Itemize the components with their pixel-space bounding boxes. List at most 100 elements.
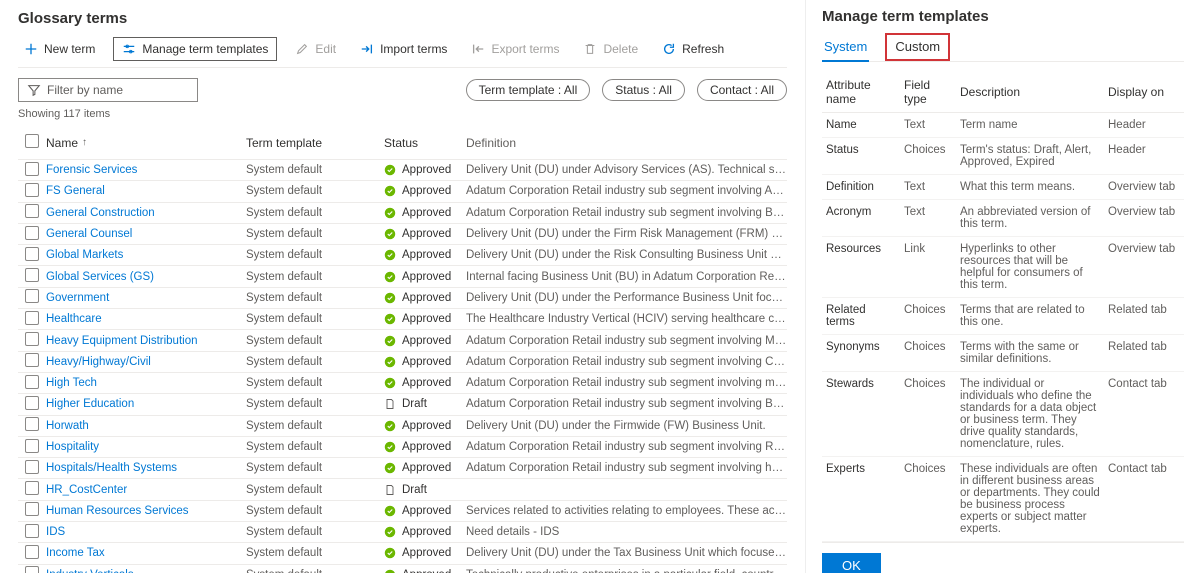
row-checkbox[interactable]: [25, 439, 39, 453]
plus-icon: [24, 42, 38, 56]
definition-cell: Delivery Unit (DU) under the Firmwide (F…: [466, 420, 787, 432]
definition-cell: Delivery Unit (DU) under the Tax Busines…: [466, 547, 787, 559]
definition-cell: Adatum Corporation Retail industry sub s…: [466, 377, 787, 389]
term-name-link[interactable]: Heavy/Highway/Civil: [46, 356, 246, 368]
ok-button[interactable]: OK: [822, 553, 881, 573]
export-terms-button[interactable]: Export terms: [465, 38, 565, 60]
term-template-cell: System default: [246, 441, 384, 453]
row-checkbox[interactable]: [25, 481, 39, 495]
attr-name-cell: Definition: [822, 175, 900, 200]
definition-cell: Delivery Unit (DU) under the Performance…: [466, 292, 787, 304]
row-checkbox[interactable]: [25, 545, 39, 559]
row-checkbox[interactable]: [25, 566, 39, 573]
panel-footer: OK: [822, 542, 1184, 573]
row-checkbox[interactable]: [25, 183, 39, 197]
term-name-link[interactable]: IDS: [46, 526, 246, 538]
term-name-link[interactable]: Income Tax: [46, 547, 246, 559]
term-name-link[interactable]: Global Markets: [46, 249, 246, 261]
row-checkbox[interactable]: [25, 375, 39, 389]
col-header-name[interactable]: Name ↑: [46, 136, 246, 150]
table-row: Industry VerticalsSystem defaultApproved…: [18, 565, 787, 573]
attr-field-cell: Link: [900, 237, 956, 298]
import-terms-button[interactable]: Import terms: [354, 38, 453, 60]
term-name-link[interactable]: General Counsel: [46, 228, 246, 240]
approved-icon: [384, 377, 396, 389]
row-checkbox[interactable]: [25, 289, 39, 303]
definition-cell: Delivery Unit (DU) under Advisory Servic…: [466, 164, 787, 176]
attr-display-cell: Overview tab: [1104, 200, 1184, 237]
row-checkbox[interactable]: [25, 268, 39, 282]
attr-display-cell: Header: [1104, 113, 1184, 138]
status-cell: Approved: [384, 547, 466, 559]
term-name-link[interactable]: Hospitals/Health Systems: [46, 462, 246, 474]
select-all-checkbox[interactable]: [25, 134, 39, 148]
pill-status[interactable]: Status : All: [602, 79, 685, 101]
term-name-link[interactable]: Hospitality: [46, 441, 246, 453]
attribute-row: SynonymsChoicesTerms with the same or si…: [822, 335, 1184, 372]
new-term-button[interactable]: New term: [18, 38, 101, 60]
table-row: High TechSystem defaultApprovedAdatum Co…: [18, 373, 787, 394]
col-header-term-template[interactable]: Term template: [246, 136, 384, 150]
table-row: Global MarketsSystem defaultApprovedDeli…: [18, 245, 787, 266]
table-row: Global Services (GS)System defaultApprov…: [18, 266, 787, 287]
edit-button[interactable]: Edit: [289, 38, 342, 60]
row-checkbox[interactable]: [25, 162, 39, 176]
term-name-link[interactable]: General Construction: [46, 207, 246, 219]
panel-title: Manage term templates: [822, 8, 1184, 25]
row-checkbox[interactable]: [25, 332, 39, 346]
attr-description-cell: Term name: [956, 113, 1104, 138]
term-template-cell: System default: [246, 377, 384, 389]
term-name-link[interactable]: FS General: [46, 185, 246, 197]
manage-term-templates-button[interactable]: Manage term templates: [113, 37, 277, 61]
term-name-link[interactable]: Higher Education: [46, 398, 246, 410]
attribute-row: NameTextTerm nameHeader: [822, 113, 1184, 138]
row-checkbox[interactable]: [25, 396, 39, 410]
status-cell: Approved: [384, 420, 466, 432]
row-checkbox[interactable]: [25, 353, 39, 367]
attribute-row: StewardsChoicesThe individual or individ…: [822, 372, 1184, 457]
term-name-link[interactable]: Human Resources Services: [46, 505, 246, 517]
pill-contact[interactable]: Contact : All: [697, 79, 787, 101]
import-icon: [360, 42, 374, 56]
row-checkbox[interactable]: [25, 311, 39, 325]
term-name-link[interactable]: High Tech: [46, 377, 246, 389]
pill-term-template[interactable]: Term template : All: [466, 79, 591, 101]
term-name-link[interactable]: Horwath: [46, 420, 246, 432]
toolbar: New term Manage term templates Edit Impo…: [18, 37, 787, 68]
row-checkbox[interactable]: [25, 460, 39, 474]
tab-custom[interactable]: Custom: [885, 33, 950, 61]
attribute-row: ExpertsChoicesThese individuals are ofte…: [822, 457, 1184, 542]
term-name-link[interactable]: Forensic Services: [46, 164, 246, 176]
col-header-definition[interactable]: Definition: [466, 136, 787, 150]
definition-cell: Internal facing Business Unit (BU) in Ad…: [466, 271, 787, 283]
manage-templates-label: Manage term templates: [142, 42, 268, 56]
attr-col-name: Attribute name: [822, 72, 900, 113]
term-name-link[interactable]: HR_CostCenter: [46, 484, 246, 496]
attr-display-cell: Overview tab: [1104, 237, 1184, 298]
approved-icon: [384, 249, 396, 261]
attr-field-cell: Choices: [900, 335, 956, 372]
term-template-cell: System default: [246, 462, 384, 474]
row-checkbox[interactable]: [25, 204, 39, 218]
approved-icon: [384, 292, 396, 304]
term-name-link[interactable]: Heavy Equipment Distribution: [46, 335, 246, 347]
approved-icon: [384, 526, 396, 538]
approved-icon: [384, 569, 396, 573]
row-checkbox[interactable]: [25, 524, 39, 538]
row-checkbox[interactable]: [25, 417, 39, 431]
row-checkbox[interactable]: [25, 247, 39, 261]
row-checkbox[interactable]: [25, 502, 39, 516]
term-template-cell: System default: [246, 420, 384, 432]
status-cell: Approved: [384, 335, 466, 347]
tab-system[interactable]: System: [822, 33, 869, 62]
row-checkbox[interactable]: [25, 226, 39, 240]
term-name-link[interactable]: Government: [46, 292, 246, 304]
term-name-link[interactable]: Global Services (GS): [46, 271, 246, 283]
refresh-button[interactable]: Refresh: [656, 38, 730, 60]
term-name-link[interactable]: Healthcare: [46, 313, 246, 325]
attr-display-cell: Contact tab: [1104, 457, 1184, 542]
term-name-link[interactable]: Industry Verticals: [46, 569, 246, 573]
delete-button[interactable]: Delete: [577, 38, 644, 60]
filter-by-name-input[interactable]: Filter by name: [18, 78, 198, 102]
col-header-status[interactable]: Status: [384, 136, 466, 150]
